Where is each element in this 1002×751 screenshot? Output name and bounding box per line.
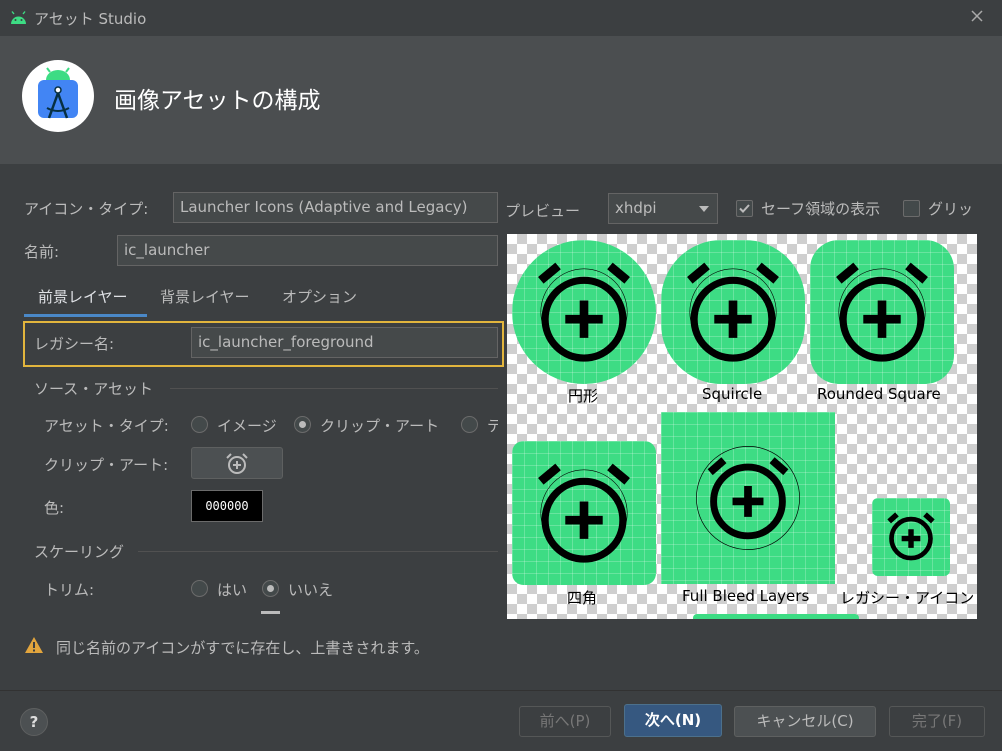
radio-text-label: テ: [487, 417, 498, 435]
title-bar: アセット Studio: [0, 0, 1002, 36]
icon-type-label: アイコン・タイプ:: [24, 200, 149, 218]
alarm-add-icon: [226, 453, 248, 474]
name-label: 名前:: [24, 243, 60, 261]
radio-trim-no[interactable]: [262, 580, 279, 597]
radio-clip-art-label: クリップ・アート: [320, 417, 440, 435]
radio-trim-yes-label: はい: [217, 581, 248, 599]
close-icon[interactable]: [970, 9, 984, 23]
preview-circle: [512, 240, 656, 384]
alarm-add-icon: [696, 446, 800, 550]
previous-button[interactable]: 前へ(P): [519, 706, 611, 737]
scroll-indicator[interactable]: [261, 611, 280, 614]
legacy-name-field[interactable]: ic_launcher_foreground: [191, 327, 498, 358]
radio-trim-yes[interactable]: [191, 580, 208, 597]
cancel-button[interactable]: キャンセル(C): [734, 706, 876, 737]
page-title: 画像アセットの構成: [114, 88, 321, 114]
caption-squircle: Squircle: [702, 385, 763, 403]
preview-rounded-square: [810, 240, 954, 384]
caption-legacy: レガシー・アイコン: [840, 589, 975, 607]
android-studio-logo: [22, 60, 94, 132]
warning-icon: [25, 637, 43, 653]
preview-full-bleed: [661, 412, 835, 584]
name-field[interactable]: ic_launcher: [117, 235, 498, 266]
icon-preview-panel: 円形 Squircle Rounded Square 四角 Full Bleed…: [507, 234, 977, 619]
android-icon: [11, 11, 26, 24]
safe-zone-checkbox[interactable]: [736, 200, 753, 217]
alarm-add-icon: [887, 512, 935, 561]
chevron-down-icon: [699, 206, 709, 212]
icon-type-select[interactable]: Launcher Icons (Adaptive and Legacy): [173, 192, 498, 223]
help-button[interactable]: ?: [20, 708, 48, 736]
clip-art-label: クリップ・アート:: [44, 456, 169, 474]
safe-zone-label: セーフ領域の表示: [761, 200, 881, 218]
finish-button[interactable]: 完了(F): [889, 706, 985, 737]
caption-circle: 円形: [568, 387, 599, 405]
alarm-add-icon: [836, 262, 928, 362]
legacy-name-label: レガシー名:: [34, 335, 115, 353]
trim-label: トリム:: [44, 581, 95, 599]
caption-full-bleed: Full Bleed Layers: [682, 587, 810, 605]
active-tab-indicator: [24, 314, 147, 317]
alarm-add-icon: [687, 262, 779, 362]
color-label: 色:: [44, 499, 65, 517]
alarm-add-icon: [538, 463, 630, 563]
grid-checkbox[interactable]: [903, 200, 920, 217]
tab-background-layer[interactable]: 背景レイヤー: [160, 286, 250, 307]
scaling-heading: スケーリング: [34, 543, 125, 561]
clip-art-button[interactable]: [191, 447, 283, 479]
next-button[interactable]: 次へ(N): [624, 704, 722, 737]
preview-label: プレビュー: [505, 202, 581, 220]
radio-image[interactable]: [191, 416, 208, 433]
footer-divider: [0, 690, 1002, 691]
preview-next-row: [693, 614, 859, 619]
window-title: アセット Studio: [34, 10, 147, 28]
color-swatch-button[interactable]: 000000: [191, 490, 263, 522]
caption-rounded-square: Rounded Square: [817, 385, 941, 403]
asset-type-label: アセット・タイプ:: [44, 417, 169, 435]
overwrite-warning: 同じ名前のアイコンがすでに存在し、上書きされます。: [56, 639, 429, 657]
legacy-name-value: ic_launcher_foreground: [198, 333, 374, 351]
name-value: ic_launcher: [124, 241, 210, 259]
radio-clip-art[interactable]: [294, 416, 311, 433]
header-banner: 画像アセットの構成: [0, 36, 1002, 164]
tab-options[interactable]: オプション: [282, 286, 357, 307]
preview-legacy: [872, 498, 950, 576]
density-select[interactable]: xhdpi: [608, 193, 718, 224]
preview-square: [512, 441, 656, 585]
icon-type-value: Launcher Icons (Adaptive and Legacy): [180, 198, 468, 216]
section-divider: [170, 388, 498, 389]
preview-squircle: [661, 240, 805, 384]
caption-square: 四角: [567, 589, 598, 607]
radio-text[interactable]: [461, 416, 478, 433]
density-value: xhdpi: [615, 199, 657, 217]
radio-trim-no-label: いいえ: [288, 581, 334, 599]
tab-foreground-layer[interactable]: 前景レイヤー: [38, 286, 128, 307]
source-asset-heading: ソース・アセット: [34, 380, 153, 398]
grid-label: グリッ: [928, 200, 974, 218]
radio-image-label: イメージ: [217, 417, 277, 435]
alarm-add-icon: [538, 262, 630, 362]
checkmark-icon: [739, 204, 750, 213]
section-divider: [138, 551, 498, 552]
